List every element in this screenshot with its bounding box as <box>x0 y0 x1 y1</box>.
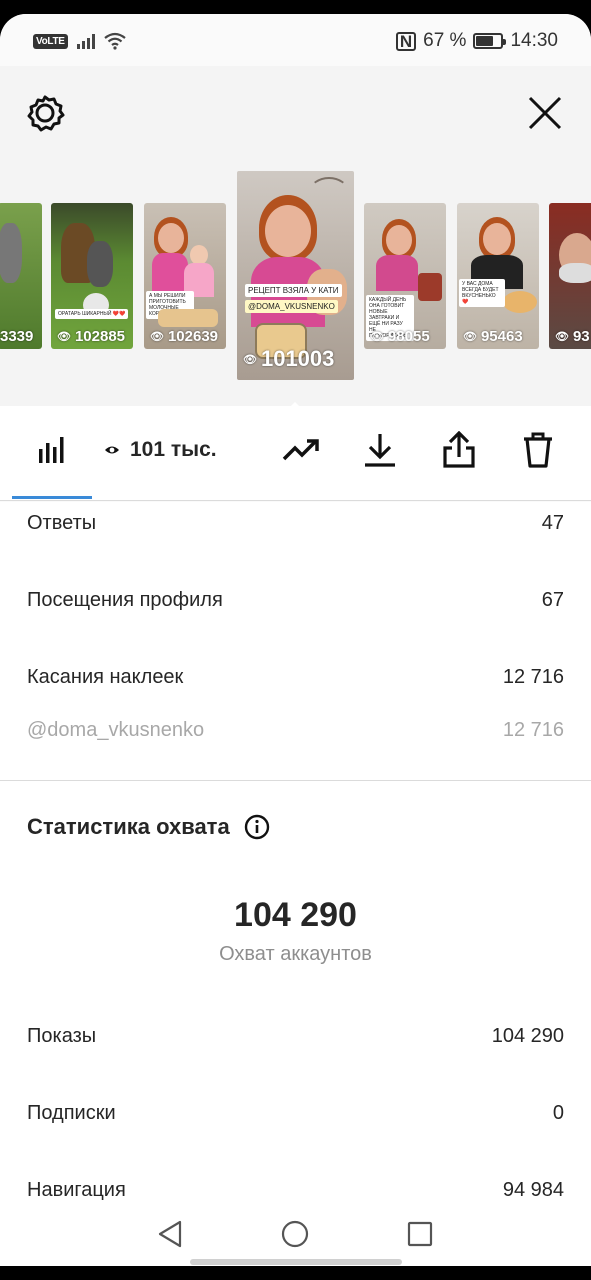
metric-row: Навигация 94 984 <box>27 1179 564 1202</box>
story-views: 👁 93 <box>555 328 590 345</box>
battery-icon <box>473 33 507 49</box>
clock: 14:30 <box>510 30 558 51</box>
close-button[interactable] <box>523 91 567 135</box>
metric-row[interactable]: Посещения профиля 67 <box>27 589 564 612</box>
home-circle-icon <box>281 1220 309 1248</box>
bar-chart-icon <box>39 437 64 463</box>
story-caption: ОРАТАРЬ ШИКАРНЫЙ ❤️❤️ <box>55 309 129 319</box>
download-button[interactable] <box>358 428 402 472</box>
story-caption: У ВАС ДОМА ВСЕГДА БУДЕТ ВКУСНЕНЬКО ❤️ <box>459 279 505 307</box>
home-button[interactable] <box>275 1214 315 1254</box>
phone-frame: VoLTE N 67 % 14:30 3339 ОРАТАРЬ ШИКАРНЫЙ… <box>0 14 591 1266</box>
nfc-icon: N <box>395 31 417 51</box>
story-views: 👁 101003 <box>243 346 335 371</box>
metric-label: Посещения профиля <box>27 589 223 611</box>
reach-number: 104 290 <box>234 896 357 934</box>
metric-value: 104 290 <box>491 1025 564 1047</box>
story-header: 3339 ОРАТАРЬ ШИКАРНЫЙ ❤️❤️ 👁 102885 А МЫ… <box>0 66 591 406</box>
views-count: 101 тыс. <box>130 438 217 461</box>
insights-content: Ответы 47 Посещения профиля 67 Касания н… <box>0 502 591 1202</box>
story-mention-sticker: @DOMA_VKUSNENKO <box>245 300 338 313</box>
volte-badge: VoLTE <box>33 33 68 49</box>
story-thumbnail[interactable]: ОРАТАРЬ ШИКАРНЫЙ ❤️❤️ 👁 102885 <box>51 203 133 349</box>
metric-value: 0 <box>552 1102 564 1124</box>
back-button[interactable] <box>150 1214 190 1254</box>
story-thumbnail[interactable]: КАЖДЫЙ ДЕНЬ ОНА ГОТОВИТ НОВЫЕ ЗАВТРАКИ И… <box>364 203 446 349</box>
eye-icon: 👁 <box>463 331 477 343</box>
eye-icon <box>105 446 119 454</box>
story-thumbnail[interactable]: 👁 93 <box>549 203 591 349</box>
tab-insights[interactable] <box>30 428 74 472</box>
promote-button[interactable] <box>280 428 324 472</box>
wifi-icon <box>104 32 126 50</box>
story-caption: РЕЦЕПТ ВЗЯЛА У КАТИ <box>245 284 342 297</box>
metric-label: Показы <box>27 1025 97 1047</box>
tab-active-indicator <box>12 496 92 499</box>
metric-label: Касания наклеек <box>27 666 184 688</box>
metric-row: Касания наклеек 12 716 <box>27 666 564 689</box>
tab-viewers[interactable]: 101 тыс. <box>104 428 234 472</box>
system-nav-bar <box>0 1202 591 1266</box>
eye-icon: 👁 <box>57 331 71 343</box>
recents-button[interactable] <box>400 1214 440 1254</box>
info-icon[interactable] <box>244 814 270 840</box>
eye-icon: 👁 <box>150 331 164 343</box>
metric-label: Подписки <box>27 1102 116 1124</box>
metric-row: Подписки 0 <box>27 1102 564 1125</box>
insights-toolbar: 101 тыс. <box>0 406 591 501</box>
story-views: 👁 102885 <box>57 328 126 345</box>
metric-row: Ответы 47 <box>27 512 564 535</box>
reach-section-title: Статистика охвата <box>27 814 270 840</box>
status-right: N 67 % 14:30 <box>395 30 558 52</box>
metric-row: Показы 104 290 <box>27 1025 564 1048</box>
status-bar: VoLTE N 67 % 14:30 <box>0 14 591 66</box>
section-divider <box>0 780 591 781</box>
trending-up-icon <box>282 439 319 461</box>
sticker-value: 12 716 <box>502 719 564 741</box>
story-views: 👁 95463 <box>463 328 523 345</box>
share-icon <box>443 431 475 468</box>
screen: VoLTE N 67 % 14:30 3339 ОРАТАРЬ ШИКАРНЫЙ… <box>0 0 591 1280</box>
trash-icon <box>524 432 552 468</box>
recents-square-icon <box>407 1221 433 1247</box>
gear-icon <box>27 95 65 132</box>
share-button[interactable] <box>437 428 481 472</box>
reach-subtitle: Охват аккаунтов <box>219 943 372 965</box>
story-views: 👁 102639 <box>150 328 219 345</box>
metric-value: 94 984 <box>502 1179 564 1201</box>
eye-icon: 👁 <box>243 353 257 366</box>
story-views: 👁 98055 <box>370 328 430 345</box>
story-thumbnail[interactable]: А МЫ РЕШИЛИ ПРИГОТОВИТЬ МОЛОЧНЫЕ КОРЖИКИ… <box>144 203 226 349</box>
delete-button[interactable] <box>516 428 560 472</box>
eye-icon: 👁 <box>370 331 384 343</box>
metric-value: 12 716 <box>502 666 564 688</box>
eye-icon: 👁 <box>555 331 569 343</box>
story-thumbnail[interactable]: У ВАС ДОМА ВСЕГДА БУДЕТ ВКУСНЕНЬКО ❤️ 👁 … <box>457 203 539 349</box>
close-icon <box>528 96 562 130</box>
settings-button[interactable] <box>23 91 67 135</box>
metric-label: Ответы <box>27 512 97 534</box>
metric-value: 67 <box>541 589 564 611</box>
back-triangle-icon <box>158 1220 182 1248</box>
story-thumbnail[interactable]: 3339 <box>0 203 42 349</box>
metric-label: Навигация <box>27 1179 126 1201</box>
metric-value: 47 <box>541 512 564 534</box>
home-indicator[interactable] <box>190 1259 402 1265</box>
battery-percent: 67 % <box>423 30 467 51</box>
status-left: VoLTE <box>33 32 126 50</box>
story-thumbnail-selected[interactable]: РЕЦЕПТ ВЗЯЛА У КАТИ @DOMA_VKUSNENKO 👁 10… <box>237 171 354 380</box>
signal-icon <box>76 33 95 49</box>
download-icon <box>365 434 395 467</box>
story-views: 3339 <box>0 328 34 345</box>
sticker-row[interactable]: @doma_vkusnenko 12 716 <box>27 719 564 742</box>
sticker-label: @doma_vkusnenko <box>27 719 205 741</box>
